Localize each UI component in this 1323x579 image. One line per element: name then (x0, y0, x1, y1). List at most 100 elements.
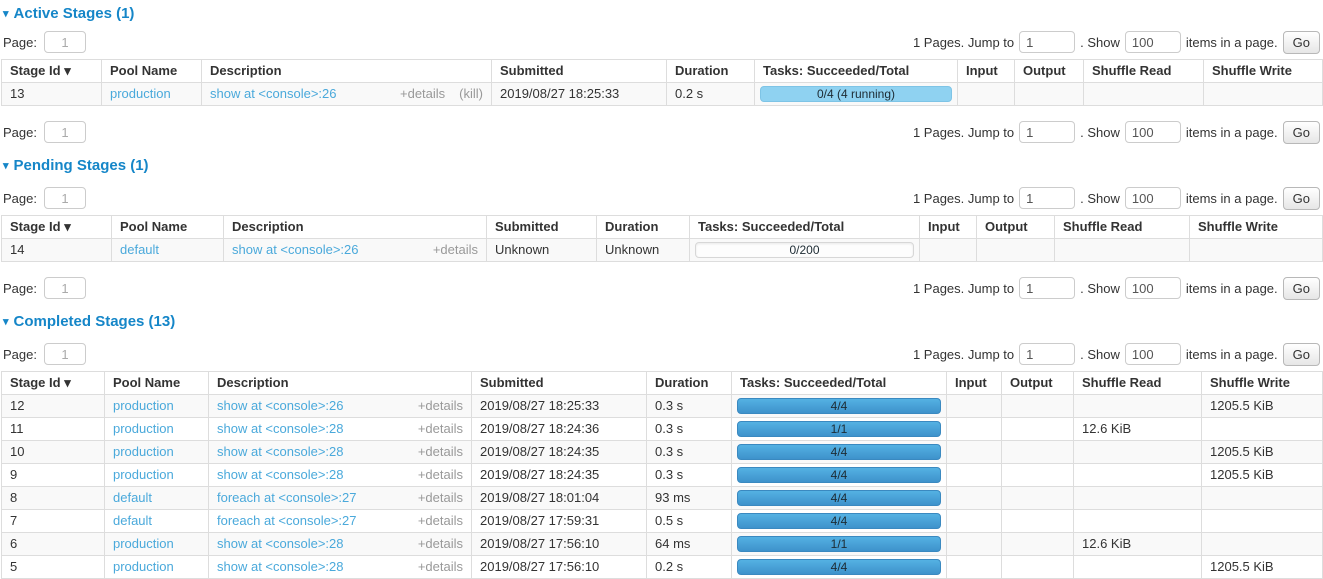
duration-cell: 0.3 s (647, 418, 732, 441)
column-header-submitted[interactable]: Submitted (487, 216, 597, 239)
column-header-pool-name[interactable]: Pool Name (112, 216, 224, 239)
pool-name-link[interactable]: default (120, 242, 159, 257)
column-header-pool-name[interactable]: Pool Name (105, 372, 209, 395)
description-link[interactable]: foreach at <console>:27 (217, 513, 357, 528)
pool-name-link[interactable]: production (113, 398, 174, 413)
column-header-pool-name[interactable]: Pool Name (102, 60, 202, 83)
details-toggle[interactable]: +details (418, 467, 463, 482)
column-header-stage-id[interactable]: Stage Id ▾ (2, 216, 112, 239)
column-header-shuffle-write[interactable]: Shuffle Write (1190, 216, 1323, 239)
column-header-tasks[interactable]: Tasks: Succeeded/Total (732, 372, 947, 395)
details-toggle[interactable]: +details (418, 513, 463, 528)
column-header-stage-id[interactable]: Stage Id ▾ (2, 60, 102, 83)
column-header-input[interactable]: Input (947, 372, 1002, 395)
stage-row: 10production+detailsshow at <console>:28… (2, 441, 1323, 464)
column-header-duration[interactable]: Duration (647, 372, 732, 395)
details-toggle[interactable]: +details (418, 398, 463, 413)
column-header-shuffle-write[interactable]: Shuffle Write (1204, 60, 1323, 83)
pool-cell: default (112, 239, 224, 262)
column-header-duration[interactable]: Duration (597, 216, 690, 239)
page-number-input[interactable] (44, 187, 86, 209)
details-toggle[interactable]: +details (418, 421, 463, 436)
shuffle-write-cell (1202, 487, 1323, 510)
column-header-shuffle-read[interactable]: Shuffle Read (1055, 216, 1190, 239)
table-header-row: Stage Id ▾ Pool Name Description Submitt… (2, 216, 1323, 239)
tasks-cell: 0/200 (690, 239, 920, 262)
pool-name-link[interactable]: production (113, 467, 174, 482)
details-toggle[interactable]: +details (433, 242, 478, 257)
stage-id-cell: 6 (2, 533, 105, 556)
jump-to-page-input[interactable] (1019, 277, 1075, 299)
items-per-page-input[interactable] (1125, 343, 1181, 365)
tasks-progress-bar: 1/1 (737, 421, 941, 437)
items-per-page-input[interactable] (1125, 121, 1181, 143)
items-per-page-input[interactable] (1125, 31, 1181, 53)
pool-name-link[interactable]: default (113, 513, 152, 528)
description-link[interactable]: show at <console>:28 (217, 536, 343, 551)
page-number-input[interactable] (44, 31, 86, 53)
column-header-shuffle-read[interactable]: Shuffle Read (1074, 372, 1202, 395)
description-link[interactable]: show at <console>:26 (210, 86, 336, 101)
column-header-input[interactable]: Input (958, 60, 1015, 83)
shuffle-read-cell (1074, 464, 1202, 487)
tasks-cell: 1/1 (732, 533, 947, 556)
section-header-active-stages[interactable]: ▾ Active Stages (1) (3, 6, 1320, 22)
column-header-description[interactable]: Description (202, 60, 492, 83)
description-link[interactable]: show at <console>:28 (217, 444, 343, 459)
page-number-input[interactable] (44, 343, 86, 365)
kill-link[interactable]: (kill) (459, 86, 483, 101)
description-link[interactable]: show at <console>:28 (217, 421, 343, 436)
pool-name-link[interactable]: production (113, 559, 174, 574)
jump-to-page-input[interactable] (1019, 187, 1075, 209)
page-number-input[interactable] (44, 121, 86, 143)
jump-to-page-input[interactable] (1019, 343, 1075, 365)
go-button[interactable]: Go (1283, 187, 1320, 210)
column-header-duration[interactable]: Duration (667, 60, 755, 83)
details-toggle[interactable]: +details (418, 559, 463, 574)
pages-count-text: 1 Pages. Jump to (913, 125, 1014, 140)
items-per-page-input[interactable] (1125, 277, 1181, 299)
details-toggle[interactable]: +details (418, 444, 463, 459)
column-header-output[interactable]: Output (977, 216, 1055, 239)
details-toggle[interactable]: +details (418, 536, 463, 551)
page-number-input[interactable] (44, 277, 86, 299)
shuffle-write-cell (1202, 510, 1323, 533)
description-link[interactable]: show at <console>:26 (232, 242, 358, 257)
description-link[interactable]: foreach at <console>:27 (217, 490, 357, 505)
go-button[interactable]: Go (1283, 277, 1320, 300)
pool-name-link[interactable]: production (110, 86, 171, 101)
description-link[interactable]: show at <console>:28 (217, 559, 343, 574)
pool-name-link[interactable]: default (113, 490, 152, 505)
duration-cell: 64 ms (647, 533, 732, 556)
go-button[interactable]: Go (1283, 343, 1320, 366)
column-header-input[interactable]: Input (920, 216, 977, 239)
tasks-cell: 4/4 (732, 487, 947, 510)
jump-to-page-input[interactable] (1019, 121, 1075, 143)
go-button[interactable]: Go (1283, 31, 1320, 54)
details-toggle[interactable]: +details (400, 86, 445, 101)
column-header-description[interactable]: Description (224, 216, 487, 239)
column-header-stage-id[interactable]: Stage Id ▾ (2, 372, 105, 395)
details-toggle[interactable]: +details (418, 490, 463, 505)
description-link[interactable]: show at <console>:28 (217, 467, 343, 482)
submitted-cell: 2019/08/27 17:59:31 (472, 510, 647, 533)
output-cell (1002, 510, 1074, 533)
pool-name-link[interactable]: production (113, 421, 174, 436)
pool-name-link[interactable]: production (113, 444, 174, 459)
column-header-tasks[interactable]: Tasks: Succeeded/Total (755, 60, 958, 83)
column-header-description[interactable]: Description (209, 372, 472, 395)
column-header-output[interactable]: Output (1015, 60, 1084, 83)
jump-to-page-input[interactable] (1019, 31, 1075, 53)
description-link[interactable]: show at <console>:26 (217, 398, 343, 413)
column-header-submitted[interactable]: Submitted (472, 372, 647, 395)
column-header-shuffle-read[interactable]: Shuffle Read (1084, 60, 1204, 83)
section-header-pending-stages[interactable]: ▾ Pending Stages (1) (3, 158, 1320, 174)
items-per-page-input[interactable] (1125, 187, 1181, 209)
go-button[interactable]: Go (1283, 121, 1320, 144)
column-header-output[interactable]: Output (1002, 372, 1074, 395)
column-header-tasks[interactable]: Tasks: Succeeded/Total (690, 216, 920, 239)
section-header-completed-stages[interactable]: ▾ Completed Stages (13) (3, 314, 1320, 330)
column-header-submitted[interactable]: Submitted (492, 60, 667, 83)
column-header-shuffle-write[interactable]: Shuffle Write (1202, 372, 1323, 395)
pool-name-link[interactable]: production (113, 536, 174, 551)
